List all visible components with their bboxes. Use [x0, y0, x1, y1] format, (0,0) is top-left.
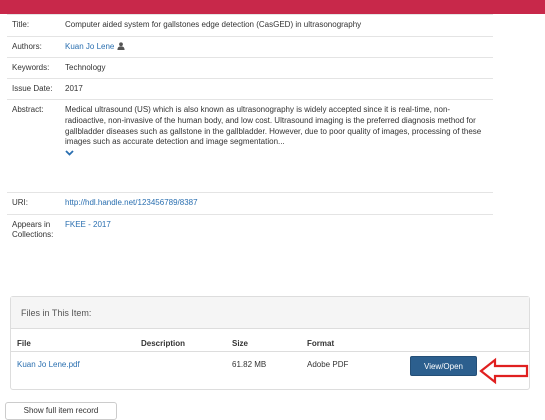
file-format: Adobe PDF — [307, 360, 349, 369]
collection-link[interactable]: FKEE - 2017 — [65, 220, 111, 229]
uri-row: URI: http://hdl.handle.net/123456789/838… — [7, 192, 493, 214]
item-metadata: Title: Computer aided system for gallsto… — [7, 14, 493, 266]
keywords-value: Technology — [65, 63, 106, 72]
file-link[interactable]: Kuan Jo Lene.pdf — [17, 360, 80, 369]
uri-link[interactable]: http://hdl.handle.net/123456789/8387 — [65, 198, 198, 207]
abstract-label: Abstract: — [12, 105, 44, 114]
abstract-text: Medical ultrasound (US) which is also kn… — [65, 105, 482, 147]
abstract-row: Abstract: Medical ultrasound (US) which … — [7, 99, 493, 192]
column-header-size: Size — [232, 339, 249, 348]
keywords-row: Keywords: Technology — [7, 57, 493, 78]
user-icon — [117, 42, 125, 54]
title-row: Title: Computer aided system for gallsto… — [7, 14, 493, 36]
column-header-format: Format — [307, 339, 335, 348]
files-panel: Files in This Item: File Description Siz… — [10, 296, 530, 390]
collections-label: Appears in Collections: — [12, 220, 54, 239]
table-divider — [11, 351, 529, 352]
issue-date-value: 2017 — [65, 84, 83, 93]
authors-row: Authors: Kuan Jo Lene — [7, 36, 493, 57]
header-bar — [0, 0, 545, 14]
show-full-record-button[interactable]: Show full item record — [5, 402, 117, 420]
keywords-label: Keywords: — [12, 63, 50, 72]
file-size: 61.82 MB — [232, 360, 267, 369]
author-link[interactable]: Kuan Jo Lene — [65, 42, 114, 51]
authors-label: Authors: — [12, 42, 42, 51]
issue-date-label: Issue Date: — [12, 84, 53, 93]
collections-row: Appears in Collections: FKEE - 2017 — [7, 214, 493, 266]
column-header-file: File — [17, 339, 31, 348]
title-value: Computer aided system for gallstones edg… — [65, 20, 362, 29]
uri-label: URI: — [12, 198, 28, 207]
view-open-button[interactable]: View/Open — [410, 356, 477, 376]
column-header-description: Description — [141, 339, 186, 348]
arrow-left-icon — [478, 357, 530, 387]
chevron-down-icon[interactable] — [65, 149, 487, 160]
files-heading: Files in This Item: — [11, 297, 529, 329]
title-label: Title: — [12, 20, 30, 29]
issue-date-row: Issue Date: 2017 — [7, 78, 493, 99]
